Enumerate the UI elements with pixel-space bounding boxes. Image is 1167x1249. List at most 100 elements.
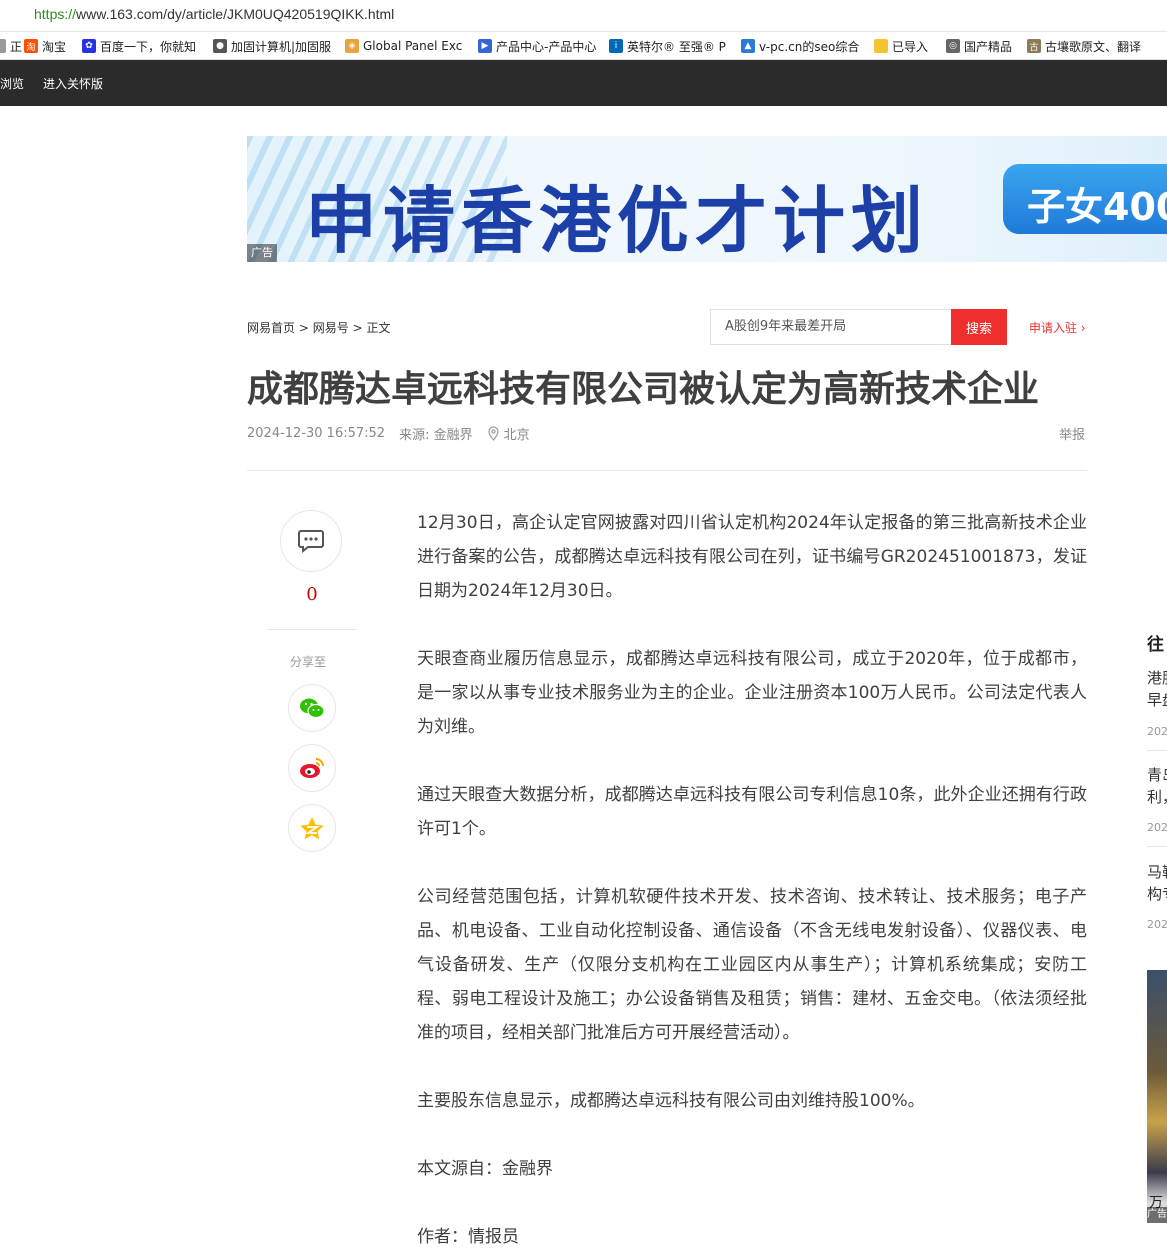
bookmark-item[interactable]: 淘淘宝	[24, 38, 66, 54]
ad-headline: 申请香港优才计划	[305, 179, 930, 262]
article-paragraph: 公司经营范围包括，计算机软硬件技术开发、技术咨询、技术转让、技术服务；电子产品、…	[417, 887, 1087, 1043]
url-protocol: https://	[34, 6, 77, 22]
bookmark-item[interactable]: ✿ 百度一下，你就知	[82, 38, 196, 54]
globe-icon: ◎	[946, 39, 960, 53]
sidebar-news-line: 早盘	[1147, 691, 1167, 709]
bookmark-item[interactable]: 古古壤歌原文、翻译	[1027, 38, 1141, 54]
share-label: 分享至	[290, 655, 327, 669]
gu-icon: 古	[1027, 39, 1041, 53]
report-link[interactable]: 举报	[1059, 424, 1085, 443]
rail-divider	[267, 629, 357, 630]
sidebar-ad-image[interactable]: 万 广告	[1147, 970, 1167, 1223]
ad-bubble-text: 子女400	[1027, 185, 1167, 229]
bookmark-label: 英特尔® 至强® P	[627, 39, 726, 54]
breadcrumb-section[interactable]: 网易号	[313, 321, 349, 335]
share-weibo-button[interactable]	[288, 744, 336, 792]
address-bar[interactable]: https://www.163.com/dy/article/JKM0UQ420…	[0, 0, 1167, 32]
search-input[interactable]: A股创9年来最差开局	[710, 309, 952, 345]
breadcrumb-current: 正文	[366, 321, 391, 335]
sidebar-news-item[interactable]: 马勒构专	[1147, 861, 1167, 905]
article-paragraph: 通过天眼查大数据分析，成都腾达卓远科技有限公司专利信息10条，此外企业还拥有行政…	[417, 785, 1087, 839]
sidebar-separator	[1147, 750, 1167, 751]
article-paragraph: 天眼查商业履历信息显示，成都腾达卓远科技有限公司，成立于2020年，位于成都市，…	[417, 649, 1087, 737]
share-wechat-button[interactable]	[288, 684, 336, 732]
bookmark-item[interactable]: 正	[0, 38, 22, 54]
article-location-text: 北京	[503, 428, 530, 443]
folder-icon	[874, 39, 888, 53]
ad-banner[interactable]: 申请香港优才计划 子女400 广告	[247, 136, 1167, 262]
url-text[interactable]: https://www.163.com/dy/article/JKM0UQ420…	[34, 6, 394, 22]
url-path: www.163.com/dy/article/JKM0UQ420519QIKK.…	[76, 6, 395, 22]
share-qzone-button[interactable]	[288, 804, 336, 852]
bookmark-label: 淘宝	[42, 39, 67, 54]
bookmark-label: 已导入	[892, 39, 929, 54]
sidebar-separator	[1147, 846, 1167, 847]
sidebar-title: 往	[1147, 635, 1164, 655]
ad-bubble: 子女400	[1003, 164, 1167, 234]
qzone-star-icon	[300, 817, 324, 840]
article-paragraph: 主要股东信息显示，成都腾达卓远科技有限公司由刘维持股100%。	[417, 1091, 925, 1111]
sidebar-news-line: 青岛	[1147, 766, 1167, 784]
toolbar-browse[interactable]: 浏览	[0, 75, 24, 92]
baidu-icon: ✿	[82, 39, 96, 53]
apply-join-link[interactable]: 申请入驻 ›	[1029, 319, 1086, 336]
comment-icon	[298, 530, 324, 554]
title-divider	[247, 470, 1087, 471]
sidebar-news-line: 构专	[1147, 885, 1167, 903]
sidebar-news-date: 202	[1147, 725, 1167, 738]
sidebar-news-item[interactable]: 青岛利，	[1147, 764, 1167, 808]
bookmark-item[interactable]: ● 加固计算机|加固服	[213, 38, 331, 54]
bookmark-label: v-pc.cn的seo综合	[759, 39, 860, 54]
chart-icon: ▲	[741, 39, 755, 53]
sidebar-news-date: 202	[1147, 918, 1167, 931]
bookmark-item[interactable]: 已导入	[874, 38, 928, 54]
article-datetime: 2024-12-30 16:57:52	[247, 426, 386, 441]
toolbar-care-mode[interactable]: 进入关怀版	[43, 75, 103, 92]
bookmark-item[interactable]: i 英特尔® 至强® P	[609, 38, 726, 54]
ad-tag: 广告	[247, 244, 277, 262]
bookmark-label: Global Panel Exc	[363, 39, 463, 53]
bookmark-label: 国产精品	[964, 39, 1013, 54]
sidebar-news-line: 利，	[1147, 788, 1167, 806]
article-source[interactable]: 来源: 金融界	[399, 424, 473, 443]
site-icon: ●	[213, 39, 227, 53]
global-panel-icon: ◈	[345, 39, 359, 53]
sidebar-news-line: 马勒	[1147, 863, 1167, 881]
search-button[interactable]: 搜索	[951, 309, 1007, 345]
article-paragraph: 作者：情报员	[417, 1227, 519, 1247]
bookmark-label: 古壤歌原文、翻译	[1045, 39, 1142, 54]
bookmark-label: 产品中心-产品中心	[496, 39, 597, 54]
weibo-icon	[300, 758, 324, 778]
bookmark-item[interactable]: ◎ 国产精品	[946, 38, 1012, 54]
location-pin-icon	[487, 426, 499, 441]
breadcrumb-sep: >	[352, 321, 363, 335]
breadcrumb-sep: >	[298, 321, 309, 335]
article-meta: 2024-12-30 16:57:52 来源: 金融界 北京	[247, 424, 530, 443]
article-paragraph: 12月30日，高企认定官网披露对四川省认定机构2024年认定报备的第三批高新技术…	[417, 513, 1087, 601]
sidebar-ad-tag: 广告	[1147, 1207, 1167, 1223]
bookmark-label: 百度一下，你就知	[100, 39, 197, 54]
wechat-icon	[300, 698, 325, 719]
bookmark-item[interactable]: ▶ 产品中心-产品中心	[478, 38, 596, 54]
article-body: 12月30日，高企认定官网披露对四川省认定机构2024年认定报备的第三批高新技术…	[417, 506, 1087, 1249]
breadcrumb: 网易首页 > 网易号 > 正文	[247, 319, 390, 336]
comment-count[interactable]: 0	[300, 584, 324, 605]
comment-button[interactable]	[280, 510, 342, 572]
article-location: 北京	[487, 424, 530, 443]
bookmark-label: 加固计算机|加固服	[231, 39, 332, 54]
breadcrumb-home[interactable]: 网易首页	[247, 321, 295, 335]
flag-icon: ▶	[478, 39, 492, 53]
page-icon	[0, 39, 6, 53]
bookmark-item[interactable]: ▲ v-pc.cn的seo综合	[741, 38, 859, 54]
article-paragraph: 本文源自：金融界	[417, 1159, 553, 1179]
article-title: 成都腾达卓远科技有限公司被认定为高新技术企业	[247, 369, 1040, 410]
taobao-icon: 淘	[24, 39, 38, 53]
sidebar-news-date: 202	[1147, 821, 1167, 834]
bookmarks-bar: 正淘淘宝 ✿ 百度一下，你就知 ● 加固计算机|加固服 ◈ Global Panel Exc…	[0, 32, 1167, 60]
site-top-bar: 浏览 进入关怀版	[0, 60, 1167, 106]
bookmark-item[interactable]: ◈ Global Panel Exc	[345, 38, 462, 54]
sidebar-news-item[interactable]: 港股早盘	[1147, 667, 1167, 711]
bookmark-label: 正	[10, 39, 23, 54]
intel-icon: i	[609, 39, 623, 53]
sidebar-news-line: 港股	[1147, 669, 1167, 687]
